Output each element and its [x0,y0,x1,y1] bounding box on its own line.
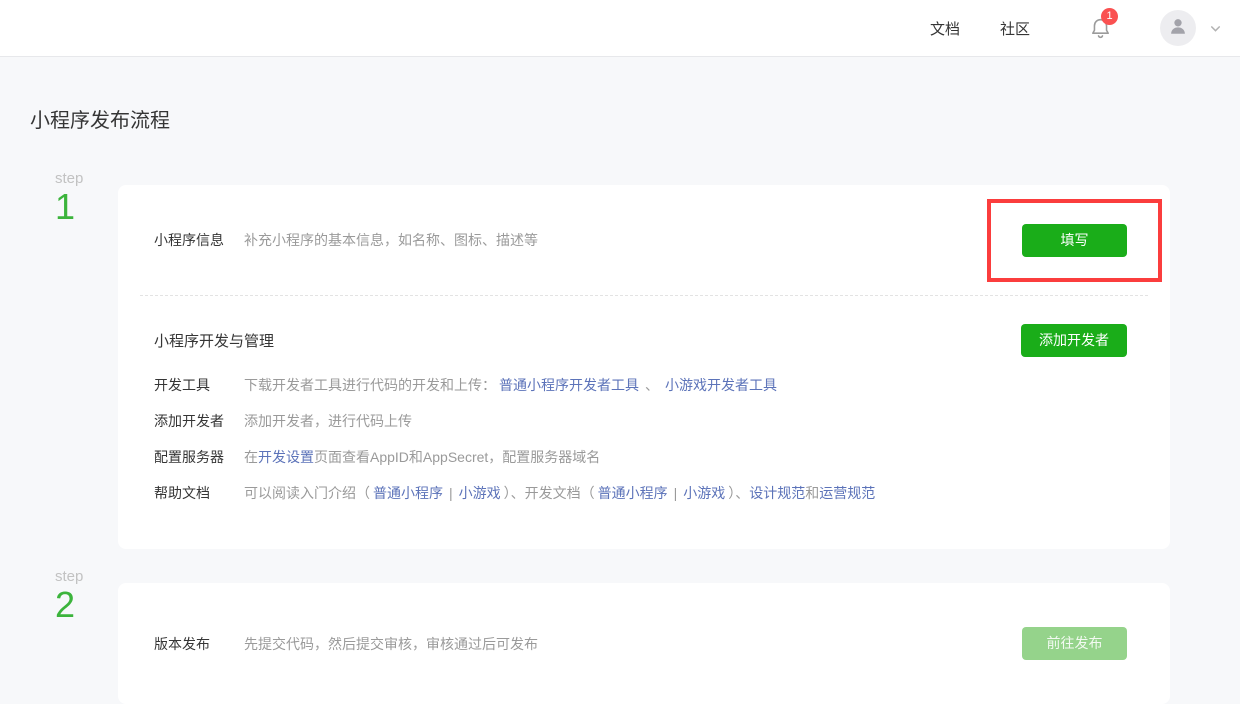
dev-row-server: 配置服务器 在开发设置页面查看AppID和AppSecret，配置服务器域名 [154,443,1134,471]
step-1-card: 小程序信息 补充小程序的基本信息，如名称、图标、描述等 填写 小程序开发与管理 … [118,185,1170,549]
bell-icon [1088,18,1113,45]
go-publish-button[interactable]: 前往发布 [1022,627,1127,660]
link-intro-miniprogram[interactable]: 普通小程序 [373,485,443,501]
nav-link-docs[interactable]: 文档 [930,18,960,39]
miniprogram-info-desc: 补充小程序的基本信息，如名称、图标、描述等 [244,232,538,248]
link-intro-minigame[interactable]: 小游戏 [459,485,501,501]
dev-row-server-post: 页面查看AppID和AppSecret，配置服务器域名 [314,449,601,465]
user-avatar[interactable] [1160,10,1196,46]
dev-row-add-developer: 添加开发者 添加开发者，进行代码上传 [154,407,1134,435]
step-1-indicator: step 1 [30,171,118,227]
dev-row-docs-text: 可以阅读入门介绍（ 普通小程序 | 小游戏 ）、开发文档（ 普通小程序 | 小游戏 ）、设计规范… [244,479,875,507]
tools-separator: 、 [645,377,659,393]
dev-row-server-pre: 在 [244,449,258,465]
step-1-word: step [55,170,84,187]
link-minigame-devtools[interactable]: 小游戏开发者工具 [665,377,777,393]
step-2-number: 2 [55,584,76,625]
link-dev-settings[interactable]: 开发设置 [258,449,314,465]
dev-row-tools-label: 开发工具 [154,377,210,393]
link-normal-miniprogram-devtools[interactable]: 普通小程序开发者工具 [499,377,639,393]
version-release-desc: 先提交代码，然后提交审核，审核通过后可发布 [244,635,538,652]
main-content: 小程序发布流程 step 1 小程序信息 补充小程序的基本信息，如名称、图标、描… [0,57,1240,704]
page-title: 小程序发布流程 [30,110,170,132]
notification-bell-button[interactable]: 1 [1088,8,1118,41]
dev-management-header: 小程序开发与管理 添加开发者 [154,324,1134,357]
dev-row-tools: 开发工具 下载开发者工具进行代码的开发和上传： 普通小程序开发者工具、小游戏开发者… [154,371,1134,399]
docs-text-2: ）、开发文档（ [503,485,595,501]
link-docs-miniprogram[interactable]: 普通小程序 [598,485,668,501]
step-1-number: 1 [55,186,76,227]
dev-row-add-developer-text: 添加开发者，进行代码上传 [244,413,412,429]
miniprogram-info-title: 小程序信息 [154,232,224,248]
link-operation-guidelines[interactable]: 运营规范 [819,485,875,501]
docs-text-4: 和 [805,485,820,501]
add-developer-button[interactable]: 添加开发者 [1021,324,1127,357]
top-header: 文档 社区 1 [0,0,1240,57]
step-2-word: step [55,568,84,585]
dev-row-add-developer-label: 添加开发者 [154,413,224,429]
dev-management-section: 小程序开发与管理 添加开发者 开发工具 下载开发者工具进行代码的开发和上传： 普通… [118,296,1170,549]
fill-info-button[interactable]: 填写 [1022,223,1127,257]
version-release-title: 版本发布 [154,635,210,652]
docs-text-3: ）、 [728,485,750,501]
chevron-down-icon[interactable] [1209,22,1222,35]
step-1-row: step 1 小程序信息 补充小程序的基本信息，如名称、图标、描述等 填写 小程… [30,171,1170,549]
link-design-guidelines[interactable]: 设计规范 [749,485,805,501]
user-avatar-icon [1167,15,1189,42]
docs-text-1: 可以阅读入门介绍（ [244,485,370,501]
dev-row-server-label: 配置服务器 [154,449,224,465]
version-release-row: 版本发布 先提交代码，然后提交审核，审核通过后可发布 前往发布 [118,583,1170,704]
dev-row-server-text: 在开发设置页面查看AppID和AppSecret，配置服务器域名 [244,443,600,471]
docs-pipe-1: | [449,485,453,501]
dev-management-title: 小程序开发与管理 [154,333,275,350]
notification-badge: 1 [1101,8,1118,25]
step-2-indicator: step 2 [30,569,118,625]
dev-row-docs: 帮助文档 可以阅读入门介绍（ 普通小程序 | 小游戏 ）、开发文档（ 普通小程序 | 小游戏）… [154,479,1134,507]
link-docs-minigame[interactable]: 小游戏 [683,485,725,501]
dev-row-tools-desc: 下载开发者工具进行代码的开发和上传： [244,377,496,393]
dev-row-tools-text: 下载开发者工具进行代码的开发和上传： 普通小程序开发者工具、小游戏开发者工具 [244,371,780,399]
highlight-box: 填写 [987,198,1162,282]
miniprogram-info-row: 小程序信息 补充小程序的基本信息，如名称、图标、描述等 填写 [118,185,1170,295]
docs-pipe-2: | [673,485,678,501]
account-menu [1160,10,1222,46]
dev-row-docs-label: 帮助文档 [154,485,210,501]
step-2-card: 版本发布 先提交代码，然后提交审核，审核通过后可发布 前往发布 [118,583,1170,704]
nav-link-community[interactable]: 社区 [1000,18,1030,39]
step-2-row: step 2 版本发布 先提交代码，然后提交审核，审核通过后可发布 前往发布 [30,569,1170,704]
